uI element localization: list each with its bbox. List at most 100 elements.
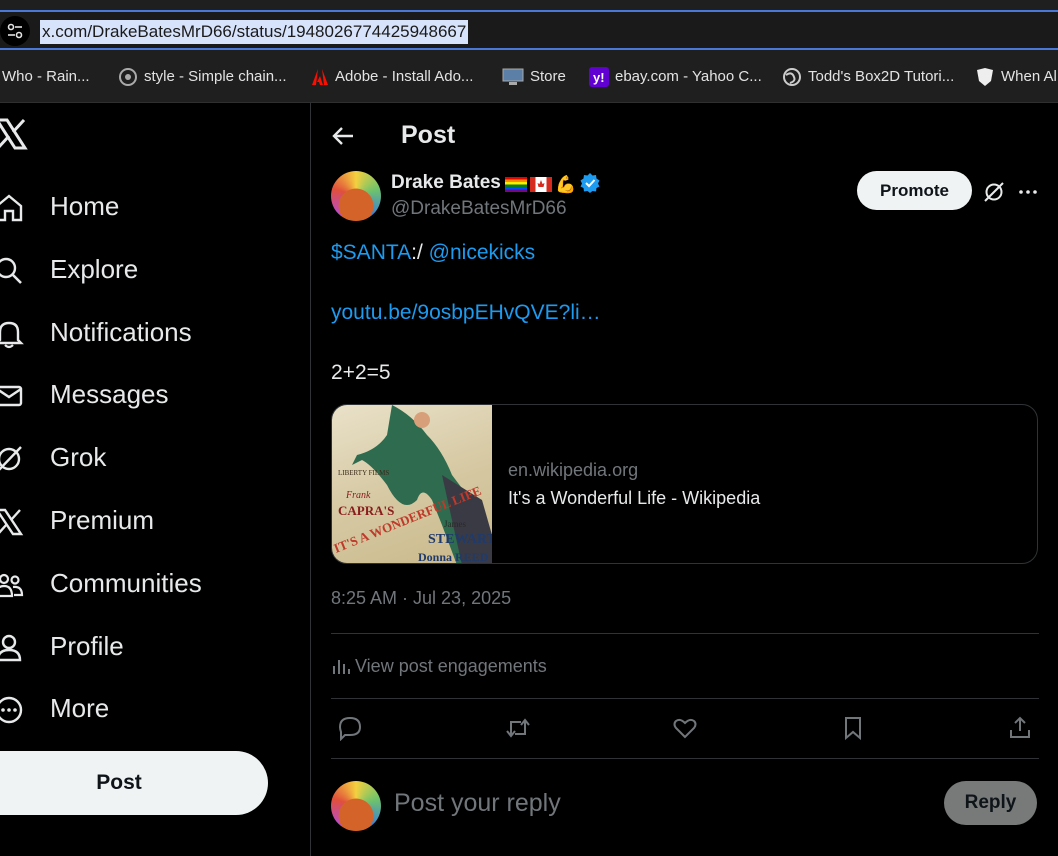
poster-text: Frank <box>345 490 371 501</box>
sidebar-item-label: Home <box>50 191 120 221</box>
x-logo-icon[interactable] <box>0 117 28 151</box>
grok-icon <box>0 446 22 471</box>
bookmark-item[interactable]: When Al <box>975 62 1057 92</box>
grok-icon[interactable] <box>983 181 1005 203</box>
back-arrow-icon[interactable] <box>331 123 357 149</box>
bookmark-item[interactable]: style - Simple chain... <box>118 62 287 92</box>
shield-icon <box>975 67 995 87</box>
card-domain: en.wikipedia.org <box>508 460 639 480</box>
sidebar-nav: Home Explore Notifications Messages Grok… <box>0 103 311 856</box>
sidebar-item-more[interactable]: More <box>0 685 294 735</box>
engagements-label: View post engagements <box>355 656 547 676</box>
tweet-text: :/ <box>411 241 429 264</box>
sidebar-item-label: Messages <box>50 379 169 409</box>
post-timestamp[interactable]: 8:25 AM · Jul 23, 2025 <box>331 588 511 609</box>
bookmark-item[interactable]: Who - Rain... <box>2 62 90 92</box>
sidebar-item-notifications[interactable]: Notifications <box>0 309 294 359</box>
monitor-icon <box>502 68 524 86</box>
canada-flag-icon <box>530 177 552 192</box>
bookmark-item[interactable]: y! ebay.com - Yahoo C... <box>589 62 762 92</box>
flexed-biceps-emoji: 💪 <box>555 175 577 194</box>
browser-address-bar: x.com/DrakeBatesMrD66/status/19480267744… <box>0 0 1058 62</box>
rainbow-flag-icon <box>505 177 527 192</box>
post-button[interactable]: Post <box>0 751 268 815</box>
bell-icon <box>0 321 24 349</box>
bookmark-label: Store <box>530 68 566 85</box>
bookmark-label: ebay.com - Yahoo C... <box>615 68 762 85</box>
sidebar-item-label: More <box>50 693 110 723</box>
poster-text: CAPRA'S <box>338 503 394 518</box>
poster-text: STEWART <box>428 532 492 547</box>
divider <box>331 758 1039 759</box>
sidebar-item-premium[interactable]: Premium <box>0 497 294 547</box>
youtube-link[interactable]: youtu.be/9osbpEHvQVE?li… <box>331 301 601 325</box>
url-text[interactable]: x.com/DrakeBatesMrD66/status/19480267744… <box>40 20 469 44</box>
poster-text: Donna REED <box>418 550 489 564</box>
card-image: LIBERTY FILMS Frank CAPRA'S IT'S A WONDE… <box>332 405 492 564</box>
share-icon[interactable] <box>1007 715 1033 741</box>
author-handle[interactable]: @DrakeBatesMrD66 <box>391 198 567 220</box>
reply-input[interactable]: Post your reply <box>394 789 561 818</box>
bookmark-label: style - Simple chain... <box>144 68 287 85</box>
cashtag-link[interactable]: $SANTA <box>331 241 411 264</box>
globe-icon <box>118 67 138 87</box>
bookmark-item[interactable]: Adobe - Install Ado... <box>311 62 473 92</box>
sidebar-item-communities[interactable]: Communities <box>0 560 294 610</box>
sidebar-item-profile[interactable]: Profile <box>0 623 294 673</box>
envelope-icon <box>0 385 23 407</box>
people-icon <box>0 573 24 598</box>
like-heart-icon[interactable] <box>672 715 698 741</box>
sidebar-item-label: Notifications <box>50 317 192 347</box>
home-icon <box>0 194 23 222</box>
bookmark-label: Todd's Box2D Tutori... <box>808 68 955 85</box>
tweet-text: 2+2=5 <box>331 361 391 384</box>
sidebar-item-label: Premium <box>50 505 155 535</box>
poster-text: James <box>444 519 466 529</box>
sidebar-item-label: Grok <box>50 442 107 472</box>
main-column: Post Drake Bates 💪 @DrakeBatesMrD66 Prom… <box>311 103 1058 856</box>
view-engagements-link[interactable]: View post engagements <box>331 656 547 677</box>
poster-text: LIBERTY FILMS <box>338 469 389 477</box>
bookmark-label: When Al <box>1001 68 1057 85</box>
yahoo-icon: y! <box>589 67 609 88</box>
bookmark-label: Who - Rain... <box>2 68 90 85</box>
card-title: It's a Wonderful Life - Wikipedia <box>508 488 761 508</box>
tweet-line: $SANTA:/ @nicekicks <box>331 241 535 265</box>
mention-link[interactable]: @nicekicks <box>429 241 536 264</box>
page-title: Post <box>401 121 456 149</box>
bookmarks-bar: Who - Rain... style - Simple chain... Ad… <box>0 62 1058 103</box>
avatar[interactable] <box>331 171 381 221</box>
verified-badge-icon[interactable] <box>579 172 601 194</box>
repost-icon[interactable] <box>505 715 531 741</box>
sidebar-item-messages[interactable]: Messages <box>0 371 294 421</box>
avatar <box>331 781 381 831</box>
search-icon <box>0 257 22 284</box>
site-info-icon[interactable] <box>0 16 30 46</box>
sidebar-item-label: Profile <box>50 631 124 661</box>
adobe-icon <box>311 68 329 86</box>
promote-button[interactable]: Promote <box>857 171 972 210</box>
link-card[interactable]: LIBERTY FILMS Frank CAPRA'S IT'S A WONDE… <box>331 404 1038 564</box>
svg-text:y!: y! <box>593 70 605 85</box>
author-badges: 💪 <box>505 172 601 195</box>
reply-button[interactable]: Reply <box>944 781 1037 825</box>
sidebar-item-grok[interactable]: Grok <box>0 434 294 484</box>
sidebar-item-label: Explore <box>50 254 139 284</box>
bookmark-icon[interactable] <box>840 715 866 741</box>
divider <box>331 698 1039 699</box>
sidebar-item-home[interactable]: Home <box>0 183 294 233</box>
analytics-icon <box>333 660 350 674</box>
more-options-icon[interactable] <box>1017 181 1039 203</box>
bookmark-item[interactable]: Store <box>502 62 566 92</box>
x-icon <box>0 508 24 536</box>
sidebar-item-explore[interactable]: Explore <box>0 246 294 296</box>
more-circle-icon <box>0 696 23 724</box>
author-name[interactable]: Drake Bates <box>391 172 501 194</box>
divider <box>331 633 1039 634</box>
sidebar-item-label: Communities <box>50 568 202 598</box>
bookmark-item[interactable]: Todd's Box2D Tutori... <box>782 62 954 92</box>
bookmark-label: Adobe - Install Ado... <box>335 68 474 85</box>
globe-icon <box>782 67 802 87</box>
reply-icon[interactable] <box>337 715 363 741</box>
person-icon <box>0 634 22 662</box>
